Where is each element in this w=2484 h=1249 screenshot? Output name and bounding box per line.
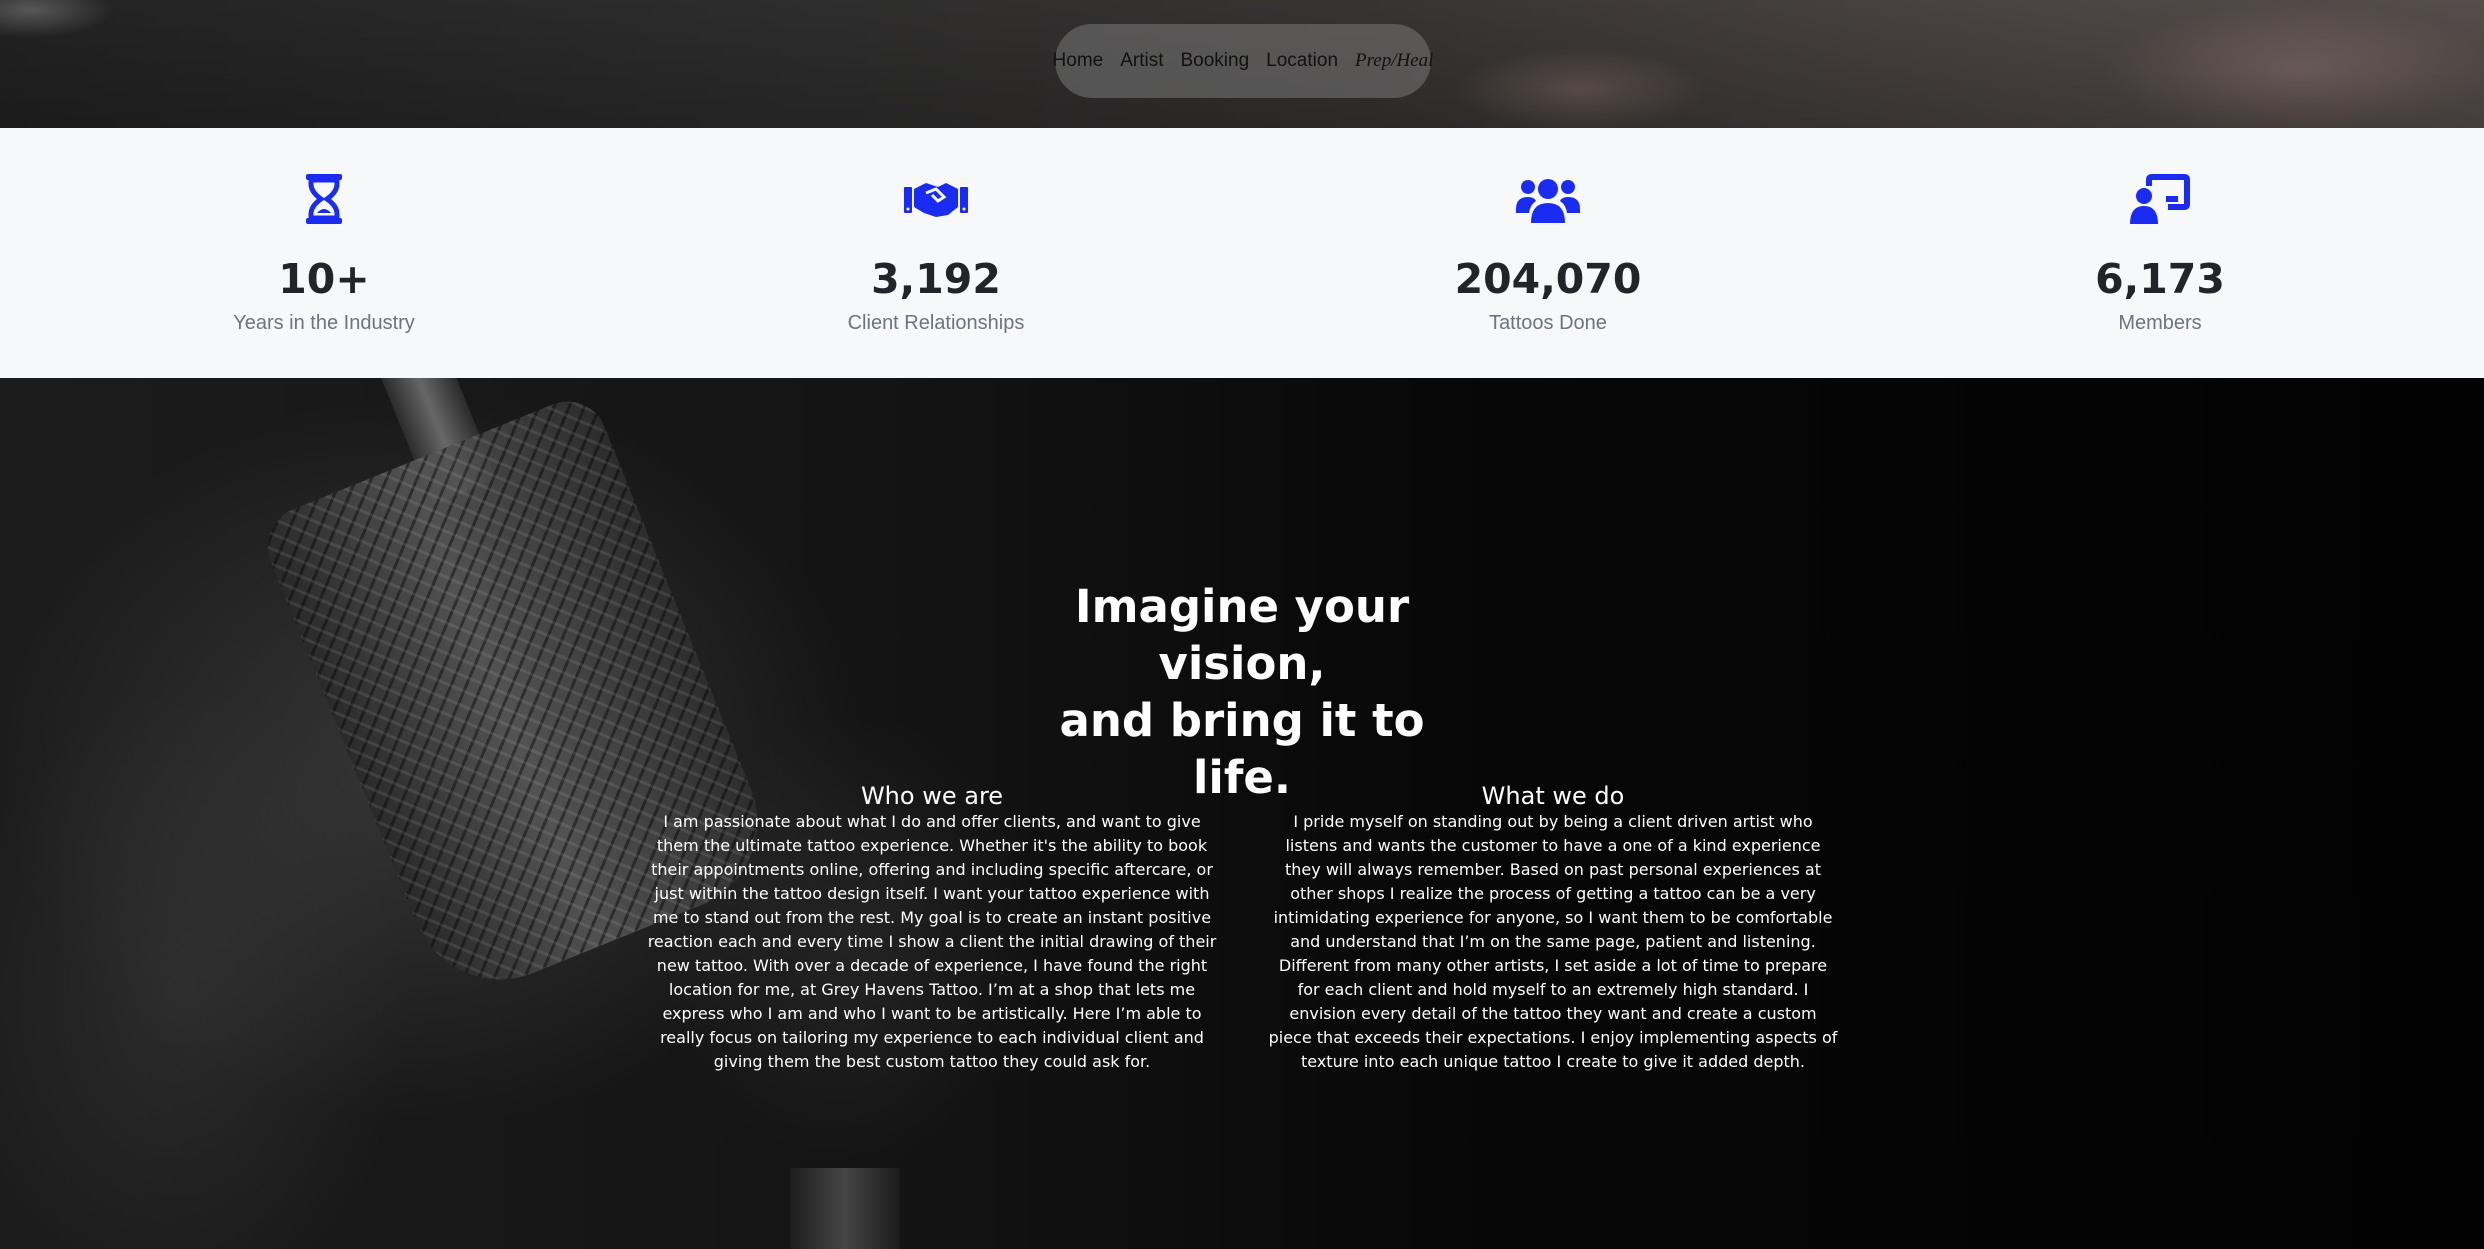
what-we-do-title: What we do bbox=[1481, 782, 1625, 810]
about-headline: Imagine your vision, and bring it to lif… bbox=[1020, 578, 1464, 806]
chalkboard-user-icon bbox=[2125, 173, 2195, 225]
stats-section: 10+ Years in the Industry 3,192 Client R… bbox=[0, 128, 2484, 378]
what-we-do-column: What we do I pride myself on standing ou… bbox=[1268, 782, 1838, 1074]
main-nav: Home Artist Booking Location Prep/Heal bbox=[1053, 24, 1433, 98]
nav-link-artist[interactable]: Artist bbox=[1120, 50, 1163, 72]
stat-value: 204,070 bbox=[1454, 255, 1642, 303]
who-we-are-title: Who we are bbox=[860, 782, 1004, 810]
headline-line: Imagine your vision, bbox=[1074, 580, 1410, 690]
who-we-are-text: I am passionate about what I do and offe… bbox=[647, 812, 1217, 1071]
nav-link-location[interactable]: Location bbox=[1266, 50, 1338, 72]
stat-value: 10+ bbox=[278, 255, 370, 303]
about-section: Imagine your vision, and bring it to lif… bbox=[0, 378, 2484, 1249]
stat-clients: 3,192 Client Relationships bbox=[756, 128, 1116, 378]
stat-label: Tattoos Done bbox=[1489, 312, 1607, 334]
users-icon bbox=[1513, 173, 1583, 225]
stat-tattoos: 204,070 Tattoos Done bbox=[1368, 128, 1728, 378]
nav-link-booking[interactable]: Booking bbox=[1181, 50, 1250, 72]
who-we-are-column: Who we are I am passionate about what I … bbox=[647, 782, 1217, 1074]
hourglass-icon bbox=[289, 173, 359, 225]
handshake-icon bbox=[901, 173, 971, 225]
stat-label: Members bbox=[2118, 312, 2202, 334]
nav-link-home[interactable]: Home bbox=[1053, 50, 1104, 72]
stat-members: 6,173 Members bbox=[1980, 128, 2340, 378]
stat-value: 3,192 bbox=[871, 255, 1001, 303]
headline-line: and bring it to bbox=[1059, 694, 1425, 747]
stat-label: Client Relationships bbox=[847, 312, 1025, 334]
stat-label: Years in the Industry bbox=[233, 312, 415, 334]
background-photo-detail bbox=[790, 1168, 900, 1249]
nav-link-prep-heal[interactable]: Prep/Heal bbox=[1355, 50, 1433, 72]
hero-banner: Home Artist Booking Location Prep/Heal bbox=[0, 0, 2484, 128]
what-we-do-text: I pride myself on standing out by being … bbox=[1268, 812, 1838, 1071]
stat-value: 6,173 bbox=[2095, 255, 2225, 303]
stat-years: 10+ Years in the Industry bbox=[144, 128, 504, 378]
